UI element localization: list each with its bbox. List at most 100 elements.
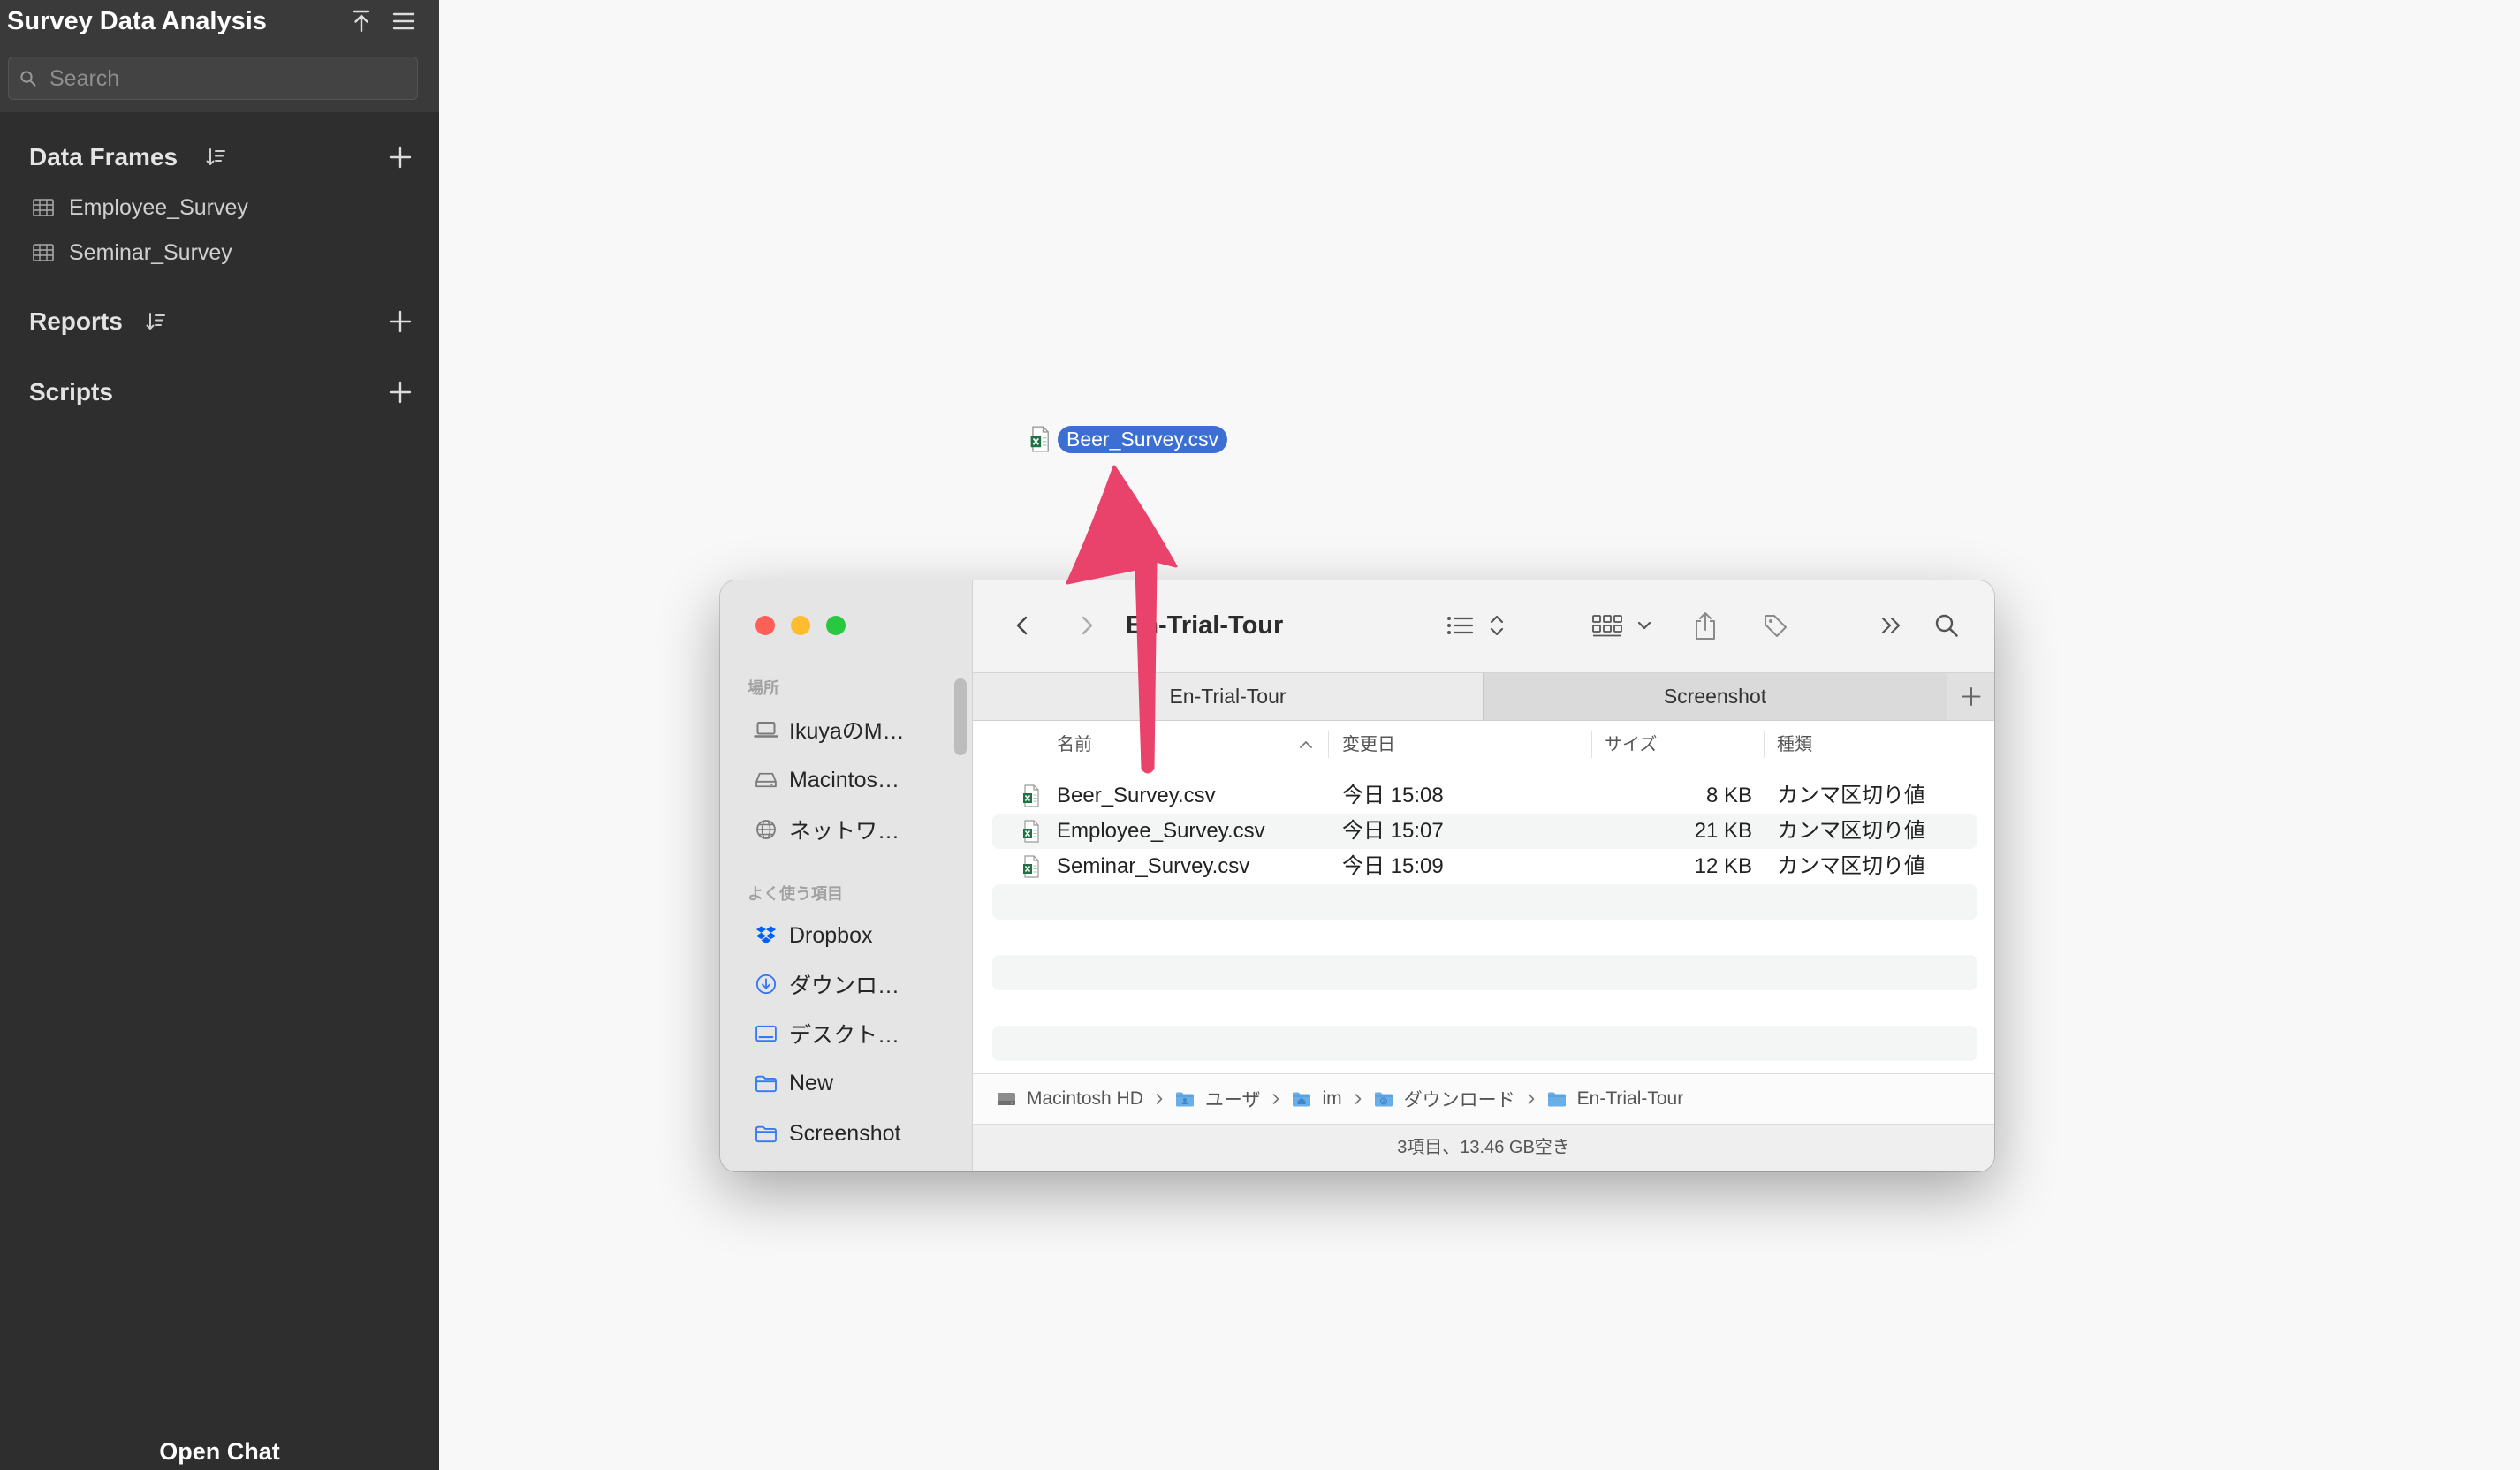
share-icon[interactable]	[1692, 610, 1719, 640]
column-header-modified[interactable]: 変更日	[1342, 721, 1395, 769]
data-frame-label: Employee_Survey	[69, 195, 248, 220]
more-toolbar-items-icon[interactable]	[1880, 616, 1901, 635]
file-kind: カンマ区切り値	[1777, 784, 1925, 807]
status-bar: 3項目、13.46 GB空き	[973, 1124, 1994, 1171]
column-header-name[interactable]: 名前	[1057, 721, 1092, 769]
path-separator-icon	[1354, 1093, 1362, 1105]
finder-tab-bar: En-Trial-Tour Screenshot	[973, 672, 1994, 721]
app-title: Survey Data Analysis	[7, 7, 267, 35]
hard-drive-icon	[997, 1090, 1016, 1108]
sidebar-item-screenshot[interactable]: Screenshot	[720, 1116, 952, 1151]
close-button[interactable]	[755, 616, 775, 635]
minimize-button[interactable]	[791, 616, 810, 635]
file-name: Seminar_Survey.csv	[1057, 854, 1250, 878]
zoom-button[interactable]	[826, 616, 846, 635]
sidebar-item-computer[interactable]: IkuyaのM…	[720, 712, 952, 747]
back-button[interactable]	[1012, 615, 1033, 636]
column-divider[interactable]	[1328, 731, 1329, 758]
table-icon	[33, 199, 54, 216]
forward-button[interactable]	[1076, 615, 1097, 636]
add-report-button[interactable]	[388, 309, 413, 334]
csv-file-icon	[1022, 820, 1040, 843]
finder-window-title: En-Trial-Tour	[1126, 611, 1284, 640]
column-divider[interactable]	[1764, 731, 1765, 758]
app-sidebar: Survey Data Analysis Data Frames Employe…	[0, 0, 439, 1470]
finder-sidebar: 場所 IkuyaのM… Macintos… ネットワ… よく使う項目 Dropb…	[720, 580, 973, 1171]
file-name: Employee_Survey.csv	[1057, 819, 1265, 843]
tab-screenshot[interactable]: Screenshot	[1483, 673, 1947, 720]
finder-window: 場所 IkuyaのM… Macintos… ネットワ… よく使う項目 Dropb…	[720, 580, 1994, 1171]
path-item-label: im	[1322, 1088, 1342, 1109]
sidebar-item-network[interactable]: ネットワ…	[720, 812, 952, 847]
path-bar: Macintosh HD ユーザ im ダウンロード En-Trial-Tour	[973, 1073, 1994, 1124]
folder-icon	[1547, 1090, 1567, 1108]
data-frame-item-employee-survey[interactable]: Employee_Survey	[0, 190, 439, 225]
path-item-label: En-Trial-Tour	[1576, 1088, 1684, 1109]
dropbox-icon	[754, 924, 778, 947]
finder-search-icon[interactable]	[1934, 613, 1959, 638]
csv-file-icon	[1022, 855, 1040, 878]
open-chat-button[interactable]: Open Chat	[0, 1434, 439, 1469]
sidebar-item-label: Macintos…	[789, 767, 900, 792]
empty-row-stripe	[992, 1026, 1977, 1061]
path-item-users[interactable]: ユーザ	[1175, 1086, 1260, 1112]
file-size: 21 KB	[1694, 819, 1752, 843]
sidebar-item-macintosh-hd[interactable]: Macintos…	[720, 762, 952, 798]
sidebar-item-new[interactable]: New	[720, 1065, 952, 1101]
sidebar-item-desktop[interactable]: デスクト…	[720, 1016, 952, 1051]
column-header-row: 名前 変更日 サイズ 種類	[973, 721, 1994, 769]
sidebar-item-label: IkuyaのM…	[789, 719, 905, 744]
sidebar-item-dropbox[interactable]: Dropbox	[720, 918, 952, 953]
scripts-heading[interactable]: Scripts	[29, 375, 113, 410]
new-tab-button[interactable]	[1947, 673, 1994, 720]
path-item-home[interactable]: im	[1292, 1088, 1342, 1110]
path-item-en-trial-tour[interactable]: En-Trial-Tour	[1547, 1088, 1684, 1110]
path-item-downloads[interactable]: ダウンロード	[1374, 1086, 1515, 1112]
path-separator-icon	[1271, 1093, 1280, 1105]
home-folder-icon	[1292, 1090, 1311, 1108]
sort-data-frames-icon[interactable]	[205, 147, 226, 168]
favorites-section-label: よく使う項目	[748, 885, 843, 903]
table-icon	[33, 244, 54, 261]
desktop-icon	[754, 1022, 778, 1045]
column-header-kind[interactable]: 種類	[1777, 721, 1812, 769]
sort-reports-icon[interactable]	[145, 311, 166, 332]
search-box[interactable]	[8, 57, 418, 101]
column-header-size[interactable]: サイズ	[1605, 721, 1657, 769]
chevron-down-icon[interactable]	[1636, 618, 1652, 633]
sort-ascending-icon	[1299, 739, 1313, 750]
tab-en-trial-tour[interactable]: En-Trial-Tour	[973, 673, 1483, 720]
sidebar-scrollbar[interactable]	[954, 678, 967, 755]
data-frames-heading[interactable]: Data Frames	[29, 140, 178, 175]
sidebar-item-downloads[interactable]: ダウンロ…	[720, 966, 952, 1002]
file-kind: カンマ区切り値	[1777, 819, 1925, 843]
sidebar-item-label: Screenshot	[789, 1120, 901, 1146]
path-item-macintosh-hd[interactable]: Macintosh HD	[997, 1088, 1143, 1110]
file-row-seminar-survey[interactable]: Seminar_Survey.csv 今日 15:09 12 KB カンマ区切り…	[992, 849, 1977, 884]
path-item-label: ダウンロード	[1403, 1090, 1515, 1110]
folder-icon	[754, 1072, 778, 1095]
list-view-icon[interactable]	[1446, 613, 1474, 638]
add-script-button[interactable]	[388, 380, 413, 405]
reports-heading[interactable]: Reports	[29, 304, 123, 339]
file-row-beer-survey[interactable]: Beer_Survey.csv 今日 15:08 8 KB カンマ区切り値	[992, 778, 1977, 814]
data-frame-item-seminar-survey[interactable]: Seminar_Survey	[0, 235, 439, 270]
search-input[interactable]	[48, 57, 405, 101]
column-divider[interactable]	[1591, 731, 1592, 758]
dragged-file-label[interactable]: Beer_Survey.csv	[1058, 426, 1228, 453]
file-row-employee-survey[interactable]: Employee_Survey.csv 今日 15:07 21 KB カンマ区切…	[992, 814, 1977, 849]
downloads-folder-icon	[1374, 1090, 1393, 1108]
group-view-icon[interactable]	[1591, 613, 1623, 638]
sidebar-item-label: New	[789, 1070, 834, 1095]
upload-icon[interactable]	[348, 8, 375, 34]
menu-icon[interactable]	[391, 8, 417, 34]
file-modified: 今日 15:08	[1342, 784, 1444, 807]
folder-icon	[754, 1122, 778, 1145]
view-options-updown-icon[interactable]	[1489, 613, 1505, 638]
file-kind: カンマ区切り値	[1777, 854, 1925, 878]
csv-file-icon	[1022, 784, 1040, 807]
places-section-label: 場所	[748, 679, 779, 697]
tag-icon[interactable]	[1762, 612, 1788, 639]
path-item-label: Macintosh HD	[1027, 1088, 1143, 1109]
add-data-frame-button[interactable]	[388, 145, 413, 170]
